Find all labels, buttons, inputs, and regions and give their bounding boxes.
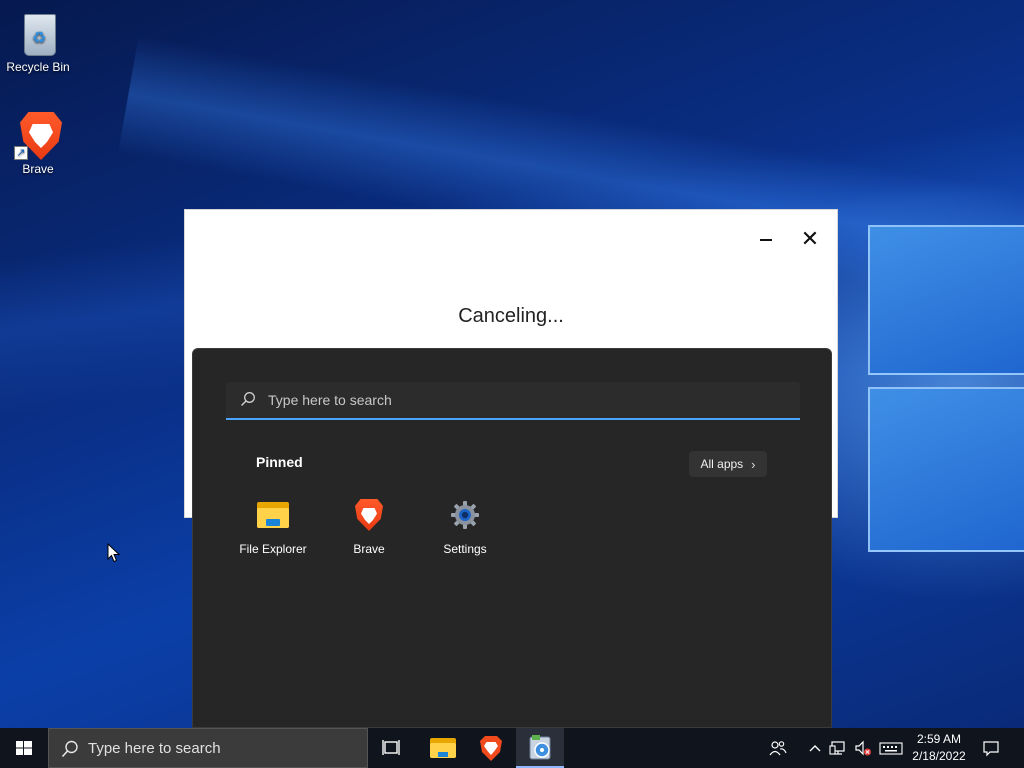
- pinned-heading: Pinned: [256, 454, 303, 470]
- brave-icon: [480, 736, 502, 761]
- dialog-status-text: Canceling...: [458, 305, 564, 327]
- touch-keyboard-icon[interactable]: [878, 738, 904, 758]
- clock-date: 2/18/2022: [912, 749, 966, 763]
- all-apps-button[interactable]: All apps ›: [689, 451, 767, 477]
- brave-icon: ↗: [14, 110, 62, 160]
- desktop-icon-brave[interactable]: ↗ Brave: [0, 110, 76, 176]
- desktop-icon-label: Brave: [22, 162, 54, 176]
- volume-muted-icon[interactable]: [853, 738, 873, 758]
- file-explorer-icon: [430, 738, 456, 758]
- start-search-input[interactable]: [268, 382, 788, 418]
- task-view-button[interactable]: [368, 728, 416, 768]
- notification-icon[interactable]: [981, 738, 1001, 758]
- taskbar-file-explorer-button[interactable]: [418, 728, 466, 768]
- search-icon: [61, 740, 78, 758]
- taskbar-installer-button[interactable]: [516, 728, 564, 768]
- chevron-right-icon: ›: [751, 456, 756, 472]
- file-explorer-icon: [256, 499, 290, 533]
- taskbar: 2:59 AM 2/18/2022: [0, 728, 1024, 768]
- start-menu: Pinned All apps › File Explorer Brave: [192, 348, 832, 728]
- start-button[interactable]: [0, 728, 48, 768]
- pinned-app-label: Settings: [443, 542, 487, 556]
- brave-icon: [352, 499, 386, 533]
- taskbar-brave-button[interactable]: [467, 728, 515, 768]
- gear-icon: [448, 499, 482, 533]
- all-apps-label: All apps: [700, 457, 744, 471]
- installer-icon: [529, 735, 551, 760]
- desktop-icon-recycle-bin[interactable]: ♻ Recycle Bin: [0, 8, 76, 74]
- pinned-app-brave[interactable]: Brave: [321, 499, 417, 556]
- pinned-app-file-explorer[interactable]: File Explorer: [225, 499, 321, 556]
- taskbar-clock[interactable]: 2:59 AM 2/18/2022: [906, 731, 972, 765]
- windows-wallpaper-logo: [838, 225, 1024, 555]
- windows-logo-icon: [16, 741, 32, 755]
- task-view-icon: [382, 740, 400, 755]
- desktop-icon-label: Recycle Bin: [6, 60, 70, 74]
- taskbar-search-box[interactable]: [48, 728, 368, 768]
- minimize-button[interactable]: [754, 228, 778, 252]
- mouse-cursor-icon: [107, 543, 121, 563]
- pinned-app-settings[interactable]: Settings: [417, 499, 513, 556]
- pinned-app-label: Brave: [353, 542, 385, 556]
- network-icon[interactable]: [829, 738, 849, 758]
- start-search-box[interactable]: [226, 382, 800, 420]
- search-icon: [241, 392, 255, 406]
- clock-time: 2:59 AM: [916, 732, 962, 746]
- taskbar-search-input[interactable]: [88, 729, 358, 767]
- chevron-up-icon[interactable]: [805, 738, 825, 758]
- shortcut-arrow-icon: ↗: [14, 146, 28, 160]
- pinned-app-label: File Explorer: [239, 542, 307, 556]
- recycle-bin-icon: ♻: [14, 8, 62, 58]
- close-button[interactable]: ✕: [798, 228, 822, 252]
- people-icon[interactable]: [768, 738, 788, 758]
